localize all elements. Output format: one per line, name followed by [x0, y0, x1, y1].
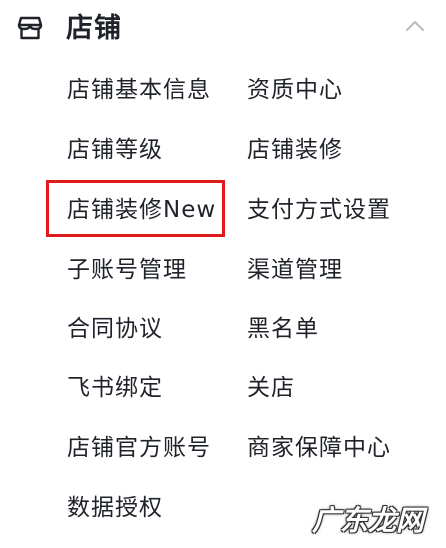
menu-item-official-account[interactable]: 店铺官方账号	[67, 433, 211, 463]
menu-item-store-decoration-new[interactable]: 店铺装修New	[67, 195, 216, 225]
section-header[interactable]: 店铺	[0, 0, 446, 62]
store-icon	[17, 16, 43, 40]
menu-item-store-decoration[interactable]: 店铺装修	[247, 135, 343, 165]
menu-item-feishu-binding[interactable]: 飞书绑定	[67, 373, 163, 403]
menu-item-contract-agreement[interactable]: 合同协议	[67, 314, 163, 344]
menu-item-close-store[interactable]: 关店	[247, 373, 295, 403]
section-title: 店铺	[66, 13, 122, 44]
menu-item-merchant-protection-center[interactable]: 商家保障中心	[247, 433, 391, 463]
menu-item-store-basic-info[interactable]: 店铺基本信息	[67, 75, 211, 105]
menu-item-payment-settings[interactable]: 支付方式设置	[247, 195, 391, 225]
menu-item-channel-management[interactable]: 渠道管理	[247, 255, 343, 285]
watermark: 广东龙网	[312, 504, 425, 537]
menu-item-blacklist[interactable]: 黑名单	[247, 314, 319, 344]
menu-item-sub-account-management[interactable]: 子账号管理	[67, 255, 187, 285]
chevron-up-icon[interactable]	[404, 18, 426, 34]
menu-item-store-level[interactable]: 店铺等级	[67, 135, 163, 165]
menu-item-qualification-center[interactable]: 资质中心	[247, 75, 343, 105]
menu-item-data-authorization[interactable]: 数据授权	[67, 493, 163, 523]
